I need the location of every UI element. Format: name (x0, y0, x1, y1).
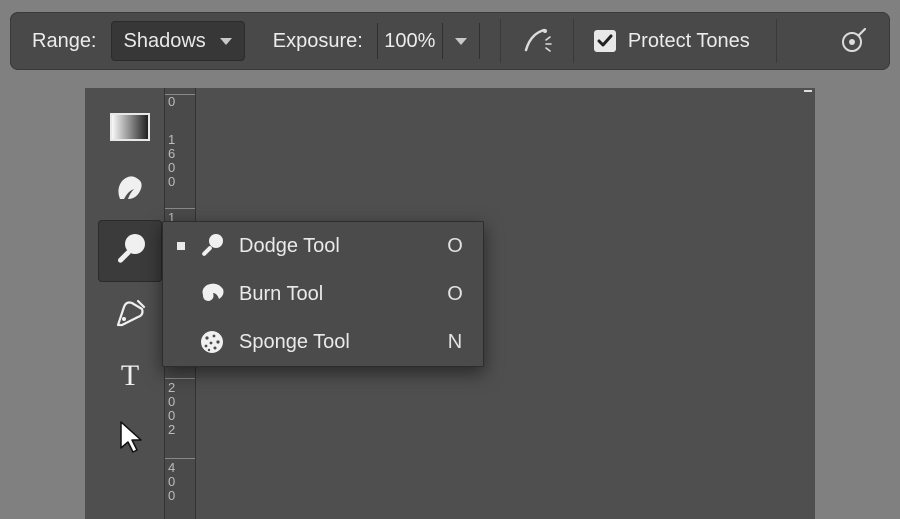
protect-tones-field[interactable]: Protect Tones (594, 30, 750, 53)
options-bar: Range: Shadows Exposure: 100% Protect To… (10, 12, 890, 70)
exposure-label: Exposure: (273, 30, 363, 53)
separator (500, 19, 501, 63)
exposure-value: 100% (384, 30, 435, 53)
dodge-icon (195, 229, 229, 263)
ruler-tick: 0 (168, 488, 175, 503)
ruler-tick: 0 (168, 394, 175, 409)
ruler-tick: 2 (168, 422, 175, 437)
pen-tool[interactable] (98, 282, 162, 344)
target-icon (839, 27, 867, 55)
type-tool[interactable]: T (98, 344, 162, 406)
smudge-icon (110, 169, 150, 209)
sponge-icon (195, 325, 229, 359)
flyout-item-label: Sponge Tool (239, 331, 441, 354)
airbrush-toggle[interactable] (521, 25, 553, 57)
dodge-icon (108, 229, 152, 273)
gradient-icon (109, 110, 151, 144)
airbrush-icon (522, 26, 552, 56)
ruler-tick: 0 (168, 408, 175, 423)
ruler-tick: 0 (168, 160, 175, 175)
type-icon: T (112, 357, 148, 393)
selected-dot-icon (177, 242, 185, 250)
flyout-item-burn[interactable]: Burn Tool O (163, 270, 483, 318)
flyout-item-shortcut: N (441, 331, 469, 354)
chevron-down-icon (220, 38, 232, 45)
arrow-cursor-icon (113, 418, 147, 456)
chevron-down-icon (455, 38, 467, 45)
path-selection-tool[interactable] (98, 406, 162, 468)
dodge-tool[interactable] (98, 220, 162, 282)
flyout-item-label: Burn Tool (239, 283, 441, 306)
flyout-item-shortcut: O (441, 235, 469, 258)
range-value: Shadows (124, 30, 206, 53)
ruler-tick: 0 (168, 474, 175, 489)
ruler-tick: 0 (168, 174, 175, 189)
flyout-item-sponge[interactable]: Sponge Tool N (163, 318, 483, 366)
protect-tones-label: Protect Tones (628, 30, 750, 53)
pressure-toggle[interactable] (838, 26, 868, 56)
smudge-tool[interactable] (98, 158, 162, 220)
ruler-tick: 2 (168, 380, 175, 395)
separator (573, 19, 574, 63)
ruler-tick: 0 (168, 94, 175, 109)
flyout-item-dodge[interactable]: Dodge Tool O (163, 222, 483, 270)
range-label: Range: (32, 30, 97, 53)
separator (776, 19, 777, 63)
flyout-item-shortcut: O (441, 283, 469, 306)
range-dropdown[interactable]: Shadows (111, 21, 245, 61)
insertion-marker (804, 90, 812, 92)
tool-flyout: Dodge Tool O Burn Tool O Sponge Tool N (162, 221, 484, 367)
pen-icon (110, 293, 150, 333)
svg-text:T: T (121, 359, 139, 392)
exposure-dropdown[interactable] (443, 23, 480, 59)
ruler-tick: 1 (168, 132, 175, 147)
ruler-tick: 6 (168, 146, 175, 161)
burn-icon (195, 277, 229, 311)
gradient-tool[interactable] (98, 96, 162, 158)
protect-tones-checkbox[interactable] (594, 30, 616, 52)
ruler-tick: 4 (168, 460, 175, 475)
exposure-field[interactable]: 100% (377, 23, 443, 59)
tool-strip: T (98, 96, 162, 468)
flyout-item-label: Dodge Tool (239, 235, 441, 258)
check-icon (597, 33, 613, 49)
